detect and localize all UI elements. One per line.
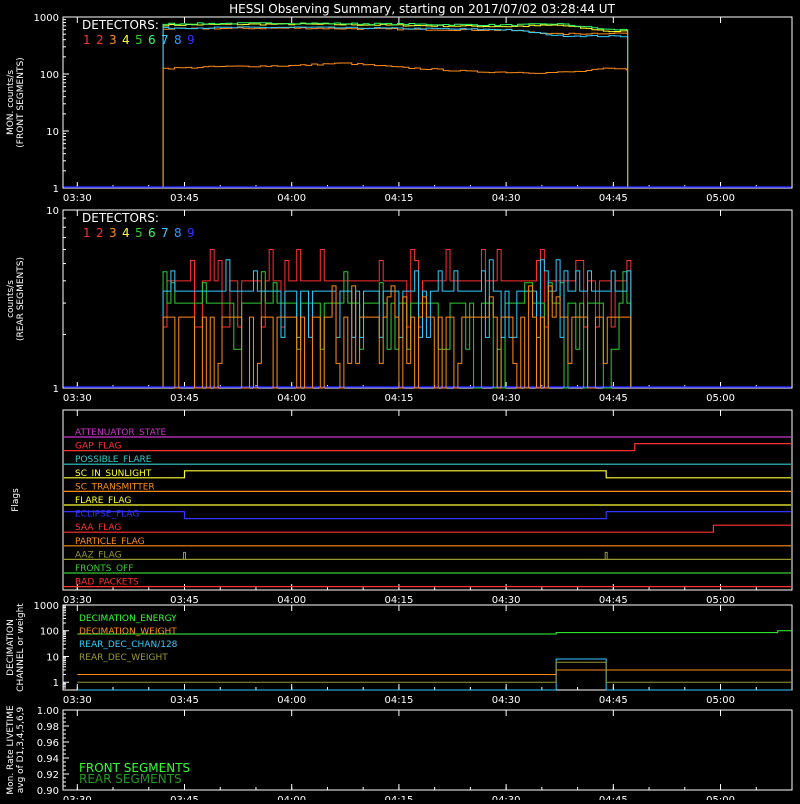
flag-label: SC_TRANSMITTER <box>75 482 155 492</box>
x-tick-label: 03:45 <box>170 193 199 204</box>
y-tick-label: 0.96 <box>37 738 59 749</box>
flag-label: SC_IN_SUNLIGHT <box>75 469 152 479</box>
legend-detector-5: 5 <box>135 226 143 240</box>
legend-detector-7: 7 <box>161 33 169 47</box>
x-tick-label: 03:45 <box>170 393 199 404</box>
flag-label: ECLIPSE_FLAG <box>75 510 139 520</box>
y-tick-label: 1 <box>53 384 59 395</box>
x-tick-label: 04:00 <box>277 795 306 800</box>
y-tick-label: 100 <box>40 627 59 638</box>
x-tick-label: 04:00 <box>277 595 306 606</box>
y-tick-label: 10 <box>46 127 59 138</box>
legend-detector-9: 9 <box>187 33 195 47</box>
y-tick-label: 1000 <box>34 601 59 612</box>
flag-label: PARTICLE_FLAG <box>75 537 145 547</box>
x-tick-label: 03:30 <box>63 695 92 706</box>
hessi-summary-figure: HESSI Observing Summary, starting on 201… <box>0 0 800 804</box>
legend-detector-3: 3 <box>109 226 117 240</box>
x-tick-label: 04:15 <box>384 795 413 800</box>
decimation-legend-item: DECIMATION_ENERGY <box>79 614 177 624</box>
y-tick-label: 10 <box>46 652 59 663</box>
legend-detector-1: 1 <box>83 33 91 47</box>
flag-label: SAA_FLAG <box>75 523 121 533</box>
figure-title: HESSI Observing Summary, starting on 201… <box>229 2 615 16</box>
y-axis-label: MON. counts/s(FRONT SEGMENTS) <box>6 57 26 147</box>
legend-detector-6: 6 <box>148 226 156 240</box>
x-tick-label: 05:00 <box>706 695 735 706</box>
y-tick-label: 100 <box>40 70 59 81</box>
legend-detector-8: 8 <box>174 226 182 240</box>
y-axis-label: Mon. Rate LIVETIMEavg of D1,3,4,5,6,9 <box>6 705 26 795</box>
legend-title: DETECTORS: <box>82 211 159 225</box>
legend-detector-4: 4 <box>122 33 130 47</box>
flag-label: FLARE_FLAG <box>75 496 131 506</box>
x-tick-label: 04:30 <box>492 393 521 404</box>
x-tick-label: 03:30 <box>63 595 92 606</box>
legend-detector-4: 4 <box>122 226 130 240</box>
decimation-legend-item: DECIMATION_WEIGHT <box>79 627 177 637</box>
x-tick-label: 05:00 <box>706 193 735 204</box>
legend-detector-7: 7 <box>161 226 169 240</box>
y-axis-label: Flags <box>11 488 21 512</box>
x-tick-label: 05:00 <box>706 595 735 606</box>
livetime-legend-item: REAR SEGMENTS <box>79 772 182 786</box>
x-tick-label: 04:30 <box>492 795 521 800</box>
y-tick-label: 0.94 <box>37 754 59 765</box>
x-tick-label: 05:00 <box>706 795 735 800</box>
y-tick-label: 1000 <box>34 13 59 24</box>
legend-detector-3: 3 <box>109 33 117 47</box>
x-tick-label: 03:45 <box>170 795 199 800</box>
x-tick-label: 03:45 <box>170 595 199 606</box>
x-tick-label: 04:00 <box>277 193 306 204</box>
flag-label: ATTENUATOR_STATE <box>75 428 167 438</box>
legend-detector-8: 8 <box>174 33 182 47</box>
flag-label: POSSIBLE_FLARE <box>75 455 152 465</box>
y-tick-label: 1 <box>53 678 59 689</box>
x-tick-label: 04:15 <box>384 595 413 606</box>
x-tick-label: 03:30 <box>63 393 92 404</box>
x-tick-label: 04:30 <box>492 193 521 204</box>
x-tick-label: 04:15 <box>384 393 413 404</box>
y-tick-label: 1.00 <box>37 706 59 717</box>
y-tick-label: 1 <box>53 184 59 195</box>
x-tick-label: 04:45 <box>599 795 628 800</box>
legend-detector-2: 2 <box>96 226 104 240</box>
x-tick-label: 04:45 <box>599 193 628 204</box>
y-tick-label: 0.90 <box>37 786 59 797</box>
x-tick-label: 04:45 <box>599 695 628 706</box>
x-tick-label: 03:30 <box>63 193 92 204</box>
x-tick-label: 04:00 <box>277 695 306 706</box>
legend-title: DETECTORS: <box>82 18 159 32</box>
x-tick-label: 03:30 <box>63 795 92 800</box>
flag-label: AAZ_FLAG <box>75 550 122 560</box>
decimation-legend-item: REAR_DEC_WEIGHT <box>79 653 168 663</box>
x-tick-label: 04:30 <box>492 595 521 606</box>
flag-label: FRONTS_OFF <box>75 564 133 574</box>
legend-detector-5: 5 <box>135 33 143 47</box>
y-tick-label: 0.98 <box>37 722 59 733</box>
x-tick-label: 03:45 <box>170 695 199 706</box>
x-tick-label: 04:15 <box>384 193 413 204</box>
x-tick-label: 04:30 <box>492 695 521 706</box>
x-tick-label: 04:15 <box>384 695 413 706</box>
x-tick-label: 04:45 <box>599 595 628 606</box>
flag-label: BAD_PACKETS <box>75 578 139 588</box>
flag-label: GAP_FLAG <box>75 442 121 452</box>
decimation-legend-item: REAR_DEC_CHAN/128 <box>79 640 178 650</box>
y-tick-label: 0.92 <box>37 770 59 781</box>
x-tick-label: 05:00 <box>706 393 735 404</box>
y-tick-label: 10 <box>46 206 59 217</box>
legend-detector-1: 1 <box>83 226 91 240</box>
legend-detector-9: 9 <box>187 226 195 240</box>
figure-canvas: HESSI Observing Summary, starting on 201… <box>0 0 800 804</box>
x-tick-label: 04:45 <box>599 393 628 404</box>
legend-detector-6: 6 <box>148 33 156 47</box>
x-tick-label: 04:00 <box>277 393 306 404</box>
legend-detector-2: 2 <box>96 33 104 47</box>
